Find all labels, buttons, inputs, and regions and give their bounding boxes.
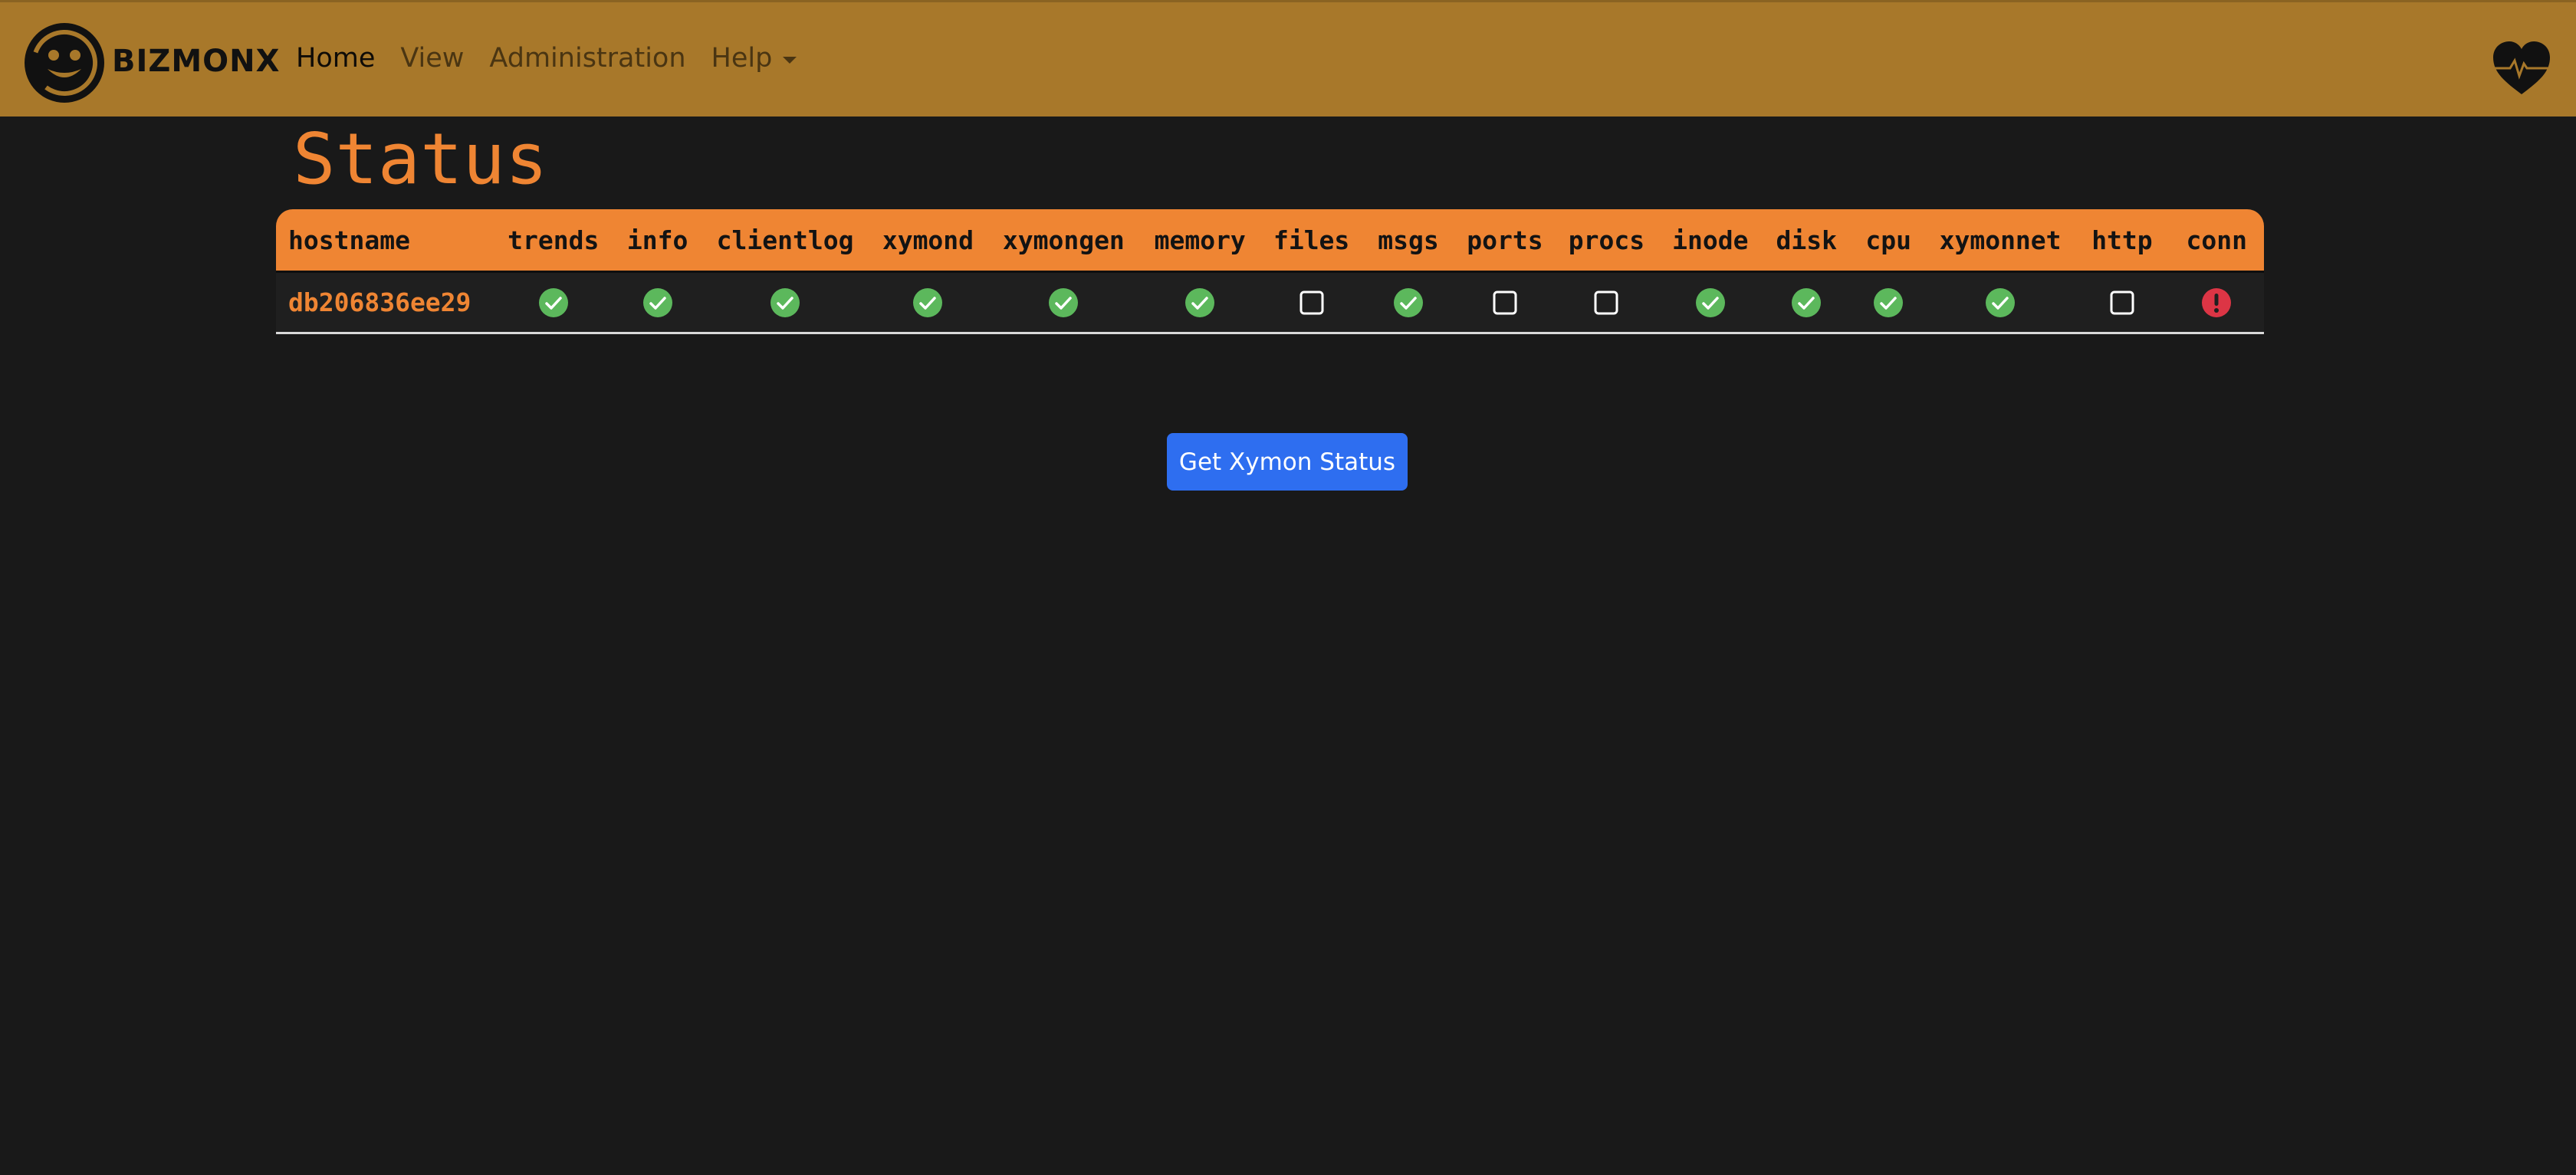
check-circle-icon[interactable] [1393, 287, 1424, 318]
nav-home[interactable]: Home [296, 43, 375, 74]
status-cell [1138, 273, 1262, 334]
column-header-files: files [1261, 209, 1362, 273]
status-cell [495, 273, 612, 334]
column-header-ports: ports [1455, 209, 1555, 273]
status-cell [1762, 273, 1852, 334]
status-cell [611, 273, 704, 334]
status-cell [2075, 273, 2170, 334]
column-header-disk: disk [1762, 209, 1852, 273]
column-header-trends: trends [495, 209, 612, 273]
column-header-http: http [2075, 209, 2170, 273]
column-header-hostname: hostname [276, 209, 495, 273]
status-table: hostname trends info clientlog xymond xy… [276, 209, 2264, 334]
table-row: db206836ee29 [276, 273, 2264, 334]
column-header-inode: inode [1658, 209, 1763, 273]
empty-square-icon[interactable] [2107, 287, 2137, 318]
check-circle-icon[interactable] [770, 287, 800, 318]
status-cell [866, 273, 990, 334]
check-circle-icon[interactable] [642, 287, 673, 318]
column-header-info: info [611, 209, 704, 273]
column-header-xymond: xymond [866, 209, 990, 273]
brand-name: BIZMONX [112, 44, 281, 79]
top-navbar: BIZMONX Home View Administration Help [0, 0, 2576, 117]
nav-view[interactable]: View [400, 43, 464, 74]
column-header-xymonnet: xymonnet [1925, 209, 2075, 273]
empty-square-icon[interactable] [1490, 287, 1520, 318]
nav-help-dropdown[interactable]: Help [711, 43, 797, 74]
check-circle-icon[interactable] [1695, 287, 1726, 318]
status-cell [1925, 273, 2075, 334]
check-circle-icon[interactable] [1048, 287, 1079, 318]
nav-links: Home View Administration Help [296, 2, 822, 114]
get-xymon-status-button[interactable]: Get Xymon Status [1167, 433, 1408, 491]
check-circle-icon[interactable] [1873, 287, 1904, 318]
smiley-logo-icon [25, 23, 104, 103]
check-circle-icon[interactable] [1184, 287, 1215, 318]
status-cell [1455, 273, 1555, 334]
column-header-memory: memory [1138, 209, 1262, 273]
column-header-xymongen: xymongen [989, 209, 1138, 273]
empty-square-icon[interactable] [1296, 287, 1327, 318]
column-header-procs: procs [1554, 209, 1659, 273]
exclamation-circle-icon[interactable] [2201, 287, 2232, 318]
check-circle-icon[interactable] [912, 287, 943, 318]
check-circle-icon[interactable] [1791, 287, 1822, 318]
chevron-down-icon [783, 56, 797, 64]
hostname-cell: db206836ee29 [276, 273, 495, 334]
nav-help-label: Help [711, 43, 773, 74]
column-header-cpu: cpu [1851, 209, 1926, 273]
brand-link[interactable]: BIZMONX [20, 19, 281, 103]
heart-pulse-icon[interactable] [2490, 39, 2553, 96]
status-cell [703, 273, 867, 334]
status-cell [989, 273, 1138, 334]
status-cell [2169, 273, 2264, 334]
check-circle-icon[interactable] [538, 287, 569, 318]
column-header-clientlog: clientlog [703, 209, 867, 273]
status-cell [1554, 273, 1659, 334]
status-cell [1851, 273, 1926, 334]
column-header-msgs: msgs [1361, 209, 1456, 273]
status-cell [1658, 273, 1763, 334]
page-title: Status [293, 118, 548, 200]
status-cell [1361, 273, 1456, 334]
table-header-row: hostname trends info clientlog xymond xy… [276, 209, 2264, 273]
hostname-link[interactable]: db206836ee29 [288, 287, 471, 317]
nav-administration[interactable]: Administration [489, 43, 685, 74]
check-circle-icon[interactable] [1985, 287, 2016, 318]
status-cell [1261, 273, 1362, 334]
empty-square-icon[interactable] [1591, 287, 1622, 318]
column-header-conn: conn [2169, 209, 2264, 273]
